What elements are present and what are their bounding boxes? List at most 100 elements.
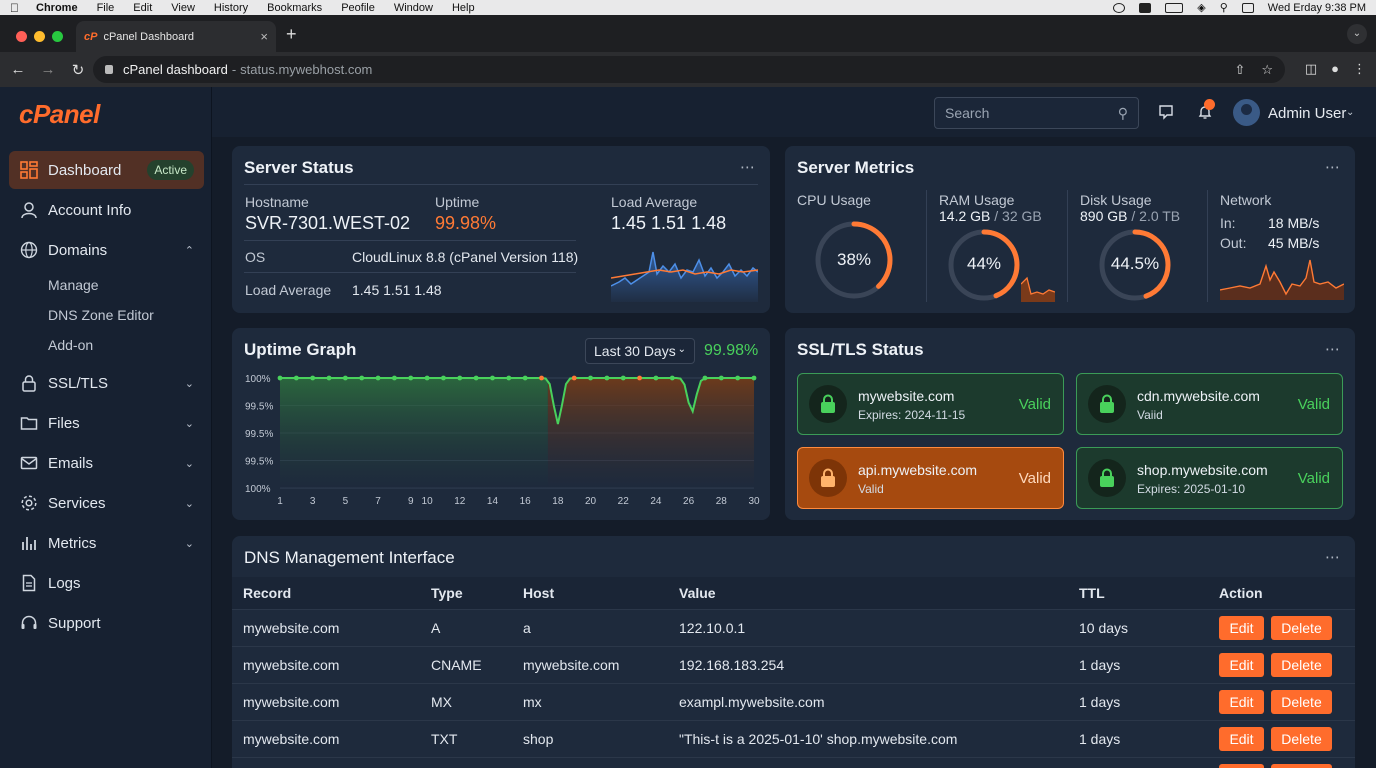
reload-icon[interactable]: ↻	[66, 61, 90, 79]
menu-view[interactable]: View	[171, 2, 195, 14]
ssl-cert-shop[interactable]: shop.mywebsite.com Expires: 2025-01-10 V…	[1076, 447, 1343, 509]
chevron-down-icon[interactable]: ⌄	[185, 417, 194, 430]
delete-button[interactable]: Delete	[1271, 727, 1332, 751]
column-header-ttl[interactable]: TTL	[1079, 585, 1105, 601]
more-options-icon[interactable]: ⋯	[1325, 340, 1341, 358]
folder-icon	[20, 414, 38, 432]
sidebar-item-label: Emails	[48, 454, 94, 472]
uptime-point	[702, 375, 708, 381]
uptime-value: 99.98%	[435, 213, 497, 233]
menu-chrome[interactable]: Chrome	[36, 2, 78, 14]
chrome-menu-icon[interactable]: ⋮	[1353, 61, 1366, 77]
edit-button[interactable]: Edit	[1219, 690, 1264, 714]
chevron-down-icon[interactable]: ⌄	[185, 497, 194, 510]
url-separator: -	[231, 62, 237, 77]
chevron-down-icon[interactable]: ⌄	[1346, 107, 1354, 118]
more-options-icon[interactable]: ⋯	[1325, 548, 1341, 566]
sidebar-item-services[interactable]: Services ⌄	[9, 484, 204, 522]
time-machine-icon[interactable]	[1113, 2, 1126, 13]
sidebar-item-metrics[interactable]: Metrics ⌄	[9, 524, 204, 562]
browser-tab[interactable]: cP cPanel Dashboard ×	[76, 21, 276, 52]
delete-button[interactable]: Delete	[1271, 616, 1332, 640]
zoom-window-icon[interactable]	[52, 31, 63, 42]
menu-bookmarks[interactable]: Bookmarks	[267, 2, 322, 14]
ssl-cert-cdn[interactable]: cdn.mywebsite.com Vaiid Valid	[1076, 373, 1343, 435]
minimize-window-icon[interactable]	[34, 31, 45, 42]
avatar[interactable]	[1233, 99, 1260, 126]
site-info-icon[interactable]	[105, 65, 113, 74]
sidebar-item-label: Metrics	[48, 534, 97, 552]
sidebar-item-domains[interactable]: Domains ⌃	[9, 231, 204, 269]
edit-button[interactable]: Edit	[1219, 616, 1264, 640]
column-header-value[interactable]: Value	[679, 585, 716, 601]
column-header-host[interactable]: Host	[523, 585, 554, 601]
address-bar[interactable]: cPanel dashboard - status.mywebhost.com …	[93, 56, 1285, 83]
sidebar-item-account-info[interactable]: Account Info	[9, 191, 204, 229]
menu-profile[interactable]: Peofile	[341, 2, 375, 14]
chevron-down-icon[interactable]: ⌄	[185, 457, 194, 470]
sidebar-subitem-addon[interactable]: Add-on	[48, 337, 93, 353]
apple-icon[interactable]: 	[10, 1, 22, 15]
control-center-icon[interactable]	[1241, 2, 1254, 13]
sidebar-item-emails[interactable]: Emails ⌄	[9, 444, 204, 482]
column-header-type[interactable]: Type	[431, 585, 463, 601]
sidebar-item-files[interactable]: Files ⌄	[9, 404, 204, 442]
tab-title: cPanel Dashboard	[103, 30, 194, 43]
sidebar-item-dashboard[interactable]: Dashboard Active	[9, 151, 204, 189]
close-window-icon[interactable]	[16, 31, 27, 42]
chat-icon[interactable]	[1158, 104, 1174, 124]
ssl-cert-mywebsite[interactable]: mywebsite.com Expires: 2024-11-15 Valid	[797, 373, 1064, 435]
more-options-icon[interactable]: ⋯	[1325, 158, 1341, 176]
ssl-cert-api[interactable]: api.mywebsite.com Valid Valid	[797, 447, 1064, 509]
table-row: mywebsite.com CNAME mywebsite.com 192.16…	[232, 646, 1355, 683]
forward-arrow-icon[interactable]: →	[36, 61, 60, 78]
range-select[interactable]: Last 30 Days ⌄	[585, 338, 695, 364]
sidebar-subitem-manage[interactable]: Manage	[48, 277, 99, 293]
edit-button[interactable]: Edit	[1219, 653, 1264, 677]
share-icon[interactable]: ⇧	[1234, 62, 1245, 78]
dollar-icon[interactable]	[1139, 2, 1152, 13]
delete-button[interactable]: Delete	[1271, 690, 1332, 714]
y-tick-label: 99.5%	[245, 429, 273, 440]
cpanel-favicon-icon: cP	[84, 30, 98, 43]
username[interactable]: Admin User	[1268, 105, 1346, 122]
profile-icon[interactable]: ●	[1331, 61, 1339, 77]
menu-file[interactable]: File	[97, 2, 115, 14]
delete-button[interactable]: Delete	[1271, 764, 1332, 768]
cell-type: A	[431, 620, 441, 636]
new-tab-icon[interactable]: +	[286, 24, 297, 45]
delete-button[interactable]: Delete	[1271, 653, 1332, 677]
menu-history[interactable]: History	[214, 2, 248, 14]
column-header-record[interactable]: Record	[243, 585, 291, 601]
sidebar-subitem-dns-zone-editor[interactable]: DNS Zone Editor	[48, 307, 154, 323]
menu-window[interactable]: Window	[394, 2, 433, 14]
chevron-down-icon[interactable]: ⌄	[185, 537, 194, 550]
tab-close-icon[interactable]: ×	[260, 29, 268, 44]
back-arrow-icon[interactable]: ←	[6, 61, 30, 78]
search-icon[interactable]: ⚲	[1118, 105, 1128, 122]
cpanel-logo[interactable]: cPanel	[19, 99, 100, 130]
search-input[interactable]: Search ⚲	[934, 97, 1139, 129]
chevron-down-icon[interactable]: ⌄	[185, 377, 194, 390]
sidebar-item-ssl-tls[interactable]: SSL/TLS ⌄	[9, 364, 204, 402]
edit-button[interactable]: Edit	[1219, 727, 1264, 751]
edit-button[interactable]: Edit	[1219, 764, 1264, 768]
menu-help[interactable]: Help	[452, 2, 475, 14]
cell-host: mx	[523, 694, 542, 710]
sidebar-item-logs[interactable]: Logs	[9, 564, 204, 602]
tab-search-chevron-icon[interactable]: ⌄	[1347, 24, 1367, 44]
more-options-icon[interactable]: ⋯	[740, 158, 756, 176]
spotlight-icon[interactable]: ⚲	[1220, 1, 1228, 14]
side-panel-icon[interactable]: ◫	[1305, 61, 1317, 77]
menu-clock[interactable]: Wed Erday 9:38 PM	[1268, 2, 1366, 14]
wifi-icon[interactable]: ◈	[1197, 1, 1205, 14]
ssl-status-card: SSL/TLS Status ⋯ mywebsite.com Expires: …	[785, 328, 1355, 520]
ram-usage-value: 14.2 GB / 32 GB	[939, 208, 1042, 224]
ssl-expiry: Expires: 2025-01-10	[1137, 482, 1246, 496]
menu-edit[interactable]: Edit	[133, 2, 152, 14]
url-host: status.mywebhost.com	[240, 62, 373, 77]
bookmark-star-icon[interactable]: ☆	[1261, 62, 1273, 78]
battery-icon[interactable]	[1165, 2, 1184, 13]
sidebar-item-support[interactable]: Support	[9, 604, 204, 642]
chevron-up-icon[interactable]: ⌃	[185, 244, 194, 257]
